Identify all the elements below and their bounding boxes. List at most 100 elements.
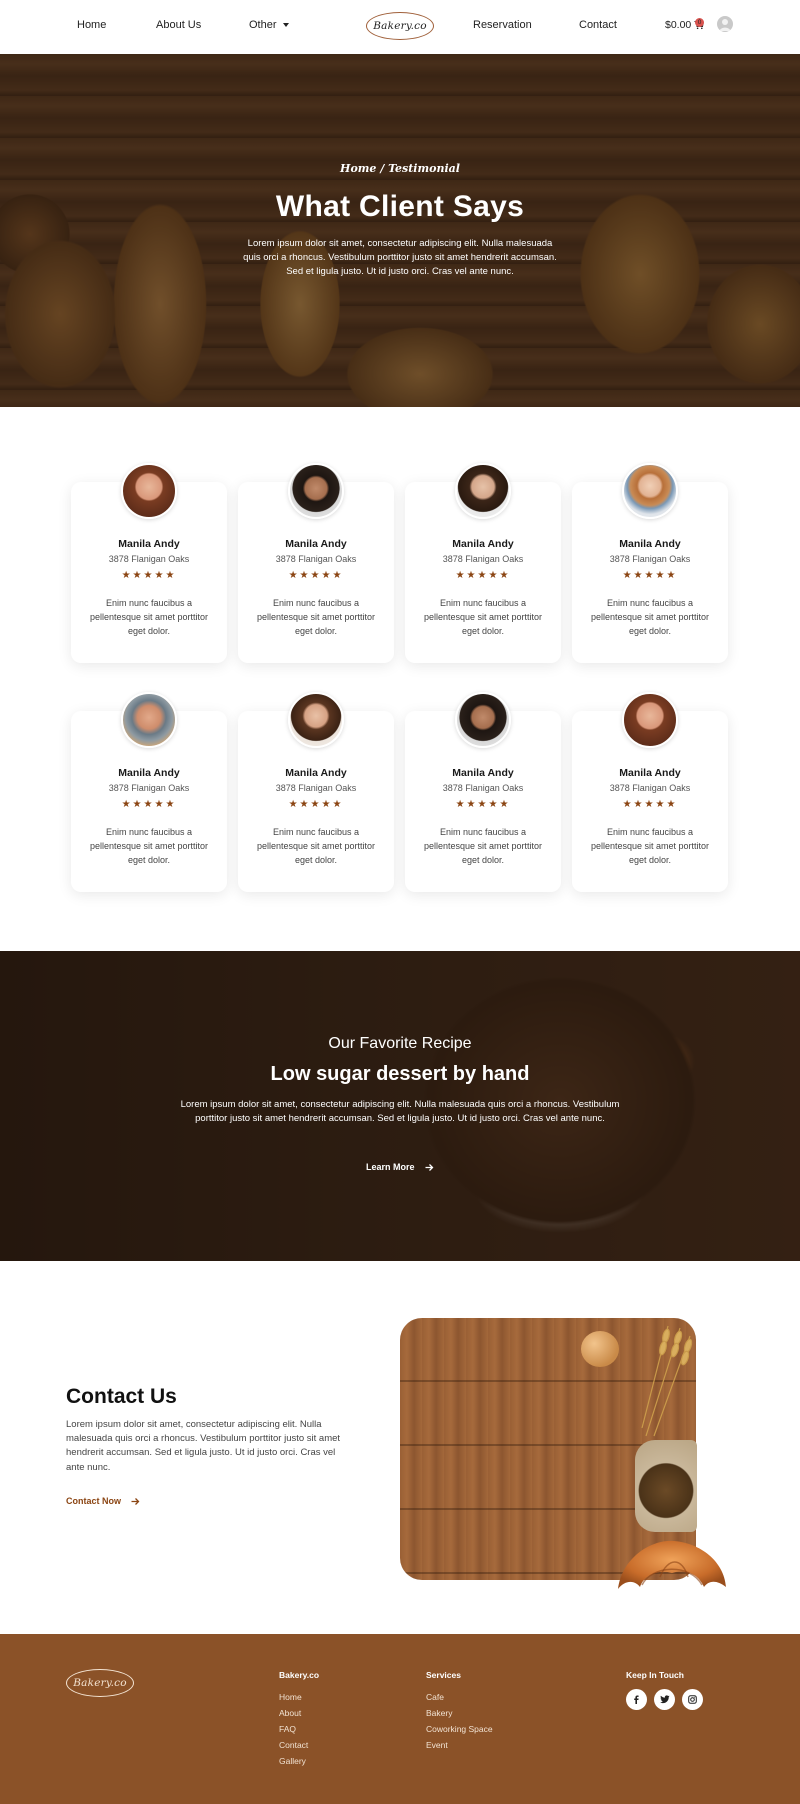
nav-home-link[interactable]: Home: [77, 19, 106, 31]
testimonial-card: Manila Andy 3878 Flanigan Oaks ★★★★★ Eni…: [572, 463, 728, 663]
footer-link-contact[interactable]: Contact: [279, 1737, 319, 1753]
grain-sack-image: [635, 1440, 697, 1532]
site-footer: Bakery.co Bakery.co Home About FAQ Conta…: [0, 1634, 800, 1804]
user-avatar[interactable]: [717, 16, 733, 32]
client-location: 3878 Flanigan Oaks: [609, 554, 691, 564]
testimonial-text: Enim nunc faucibus a pellentesque sit am…: [89, 827, 209, 865]
nav-about-link[interactable]: About Us: [156, 19, 201, 31]
croissant-image: [618, 1540, 726, 1589]
cart-count-badge: 0: [695, 18, 704, 27]
footer-link-bakery[interactable]: Bakery: [426, 1705, 493, 1721]
rating-stars: ★★★★★: [455, 799, 511, 810]
testimonial-card: Manila Andy 3878 Flanigan Oaks ★★★★★ Eni…: [405, 692, 561, 892]
testimonial-card: Manila Andy 3878 Flanigan Oaks ★★★★★ Eni…: [71, 692, 227, 892]
client-location: 3878 Flanigan Oaks: [275, 783, 357, 793]
footer-heading: Keep In Touch: [626, 1670, 684, 1680]
client-location: 3878 Flanigan Oaks: [609, 783, 691, 793]
page-title: What Client Says: [275, 190, 525, 223]
client-name: Manila Andy: [118, 767, 180, 779]
instagram-button[interactable]: [682, 1689, 703, 1710]
top-navigation: Home About Us Other Bakery.co Reservatio…: [0, 0, 800, 54]
footer-link-gallery[interactable]: Gallery: [279, 1753, 319, 1769]
recipe-banner: Our Favorite Recipe Low sugar dessert by…: [0, 951, 800, 1261]
client-avatar: [622, 692, 678, 748]
client-avatar: [288, 692, 344, 748]
testimonial-text: Enim nunc faucibus a pellentesque sit am…: [423, 827, 543, 865]
footer-link-event[interactable]: Event: [426, 1737, 493, 1753]
client-location: 3878 Flanigan Oaks: [108, 783, 190, 793]
twitter-icon: [659, 1695, 670, 1704]
hero-description: Lorem ipsum dolor sit amet, consectetur …: [243, 238, 557, 278]
twitter-button[interactable]: [654, 1689, 675, 1710]
site-logo[interactable]: Bakery.co: [366, 12, 434, 40]
rating-stars: ★★★★★: [121, 570, 177, 581]
wheat-image: [641, 1325, 693, 1437]
client-name: Manila Andy: [285, 538, 347, 550]
testimonial-card: Manila Andy 3878 Flanigan Oaks ★★★★★ Eni…: [238, 692, 394, 892]
footer-column-social: Keep In Touch: [626, 1670, 703, 1710]
client-name: Manila Andy: [452, 538, 514, 550]
testimonial-card: Manila Andy 3878 Flanigan Oaks ★★★★★ Eni…: [71, 463, 227, 663]
testimonial-text: Enim nunc faucibus a pellentesque sit am…: [89, 598, 209, 636]
client-location: 3878 Flanigan Oaks: [442, 783, 524, 793]
instagram-icon: [688, 1695, 697, 1704]
testimonial-card: Manila Andy 3878 Flanigan Oaks ★★★★★ Eni…: [572, 692, 728, 892]
footer-link-faq[interactable]: FAQ: [279, 1721, 319, 1737]
client-avatar: [622, 463, 678, 519]
client-avatar: [455, 692, 511, 748]
egg-image: [581, 1331, 619, 1367]
footer-link-cafe[interactable]: Cafe: [426, 1689, 493, 1705]
arrow-right-icon: [131, 1497, 140, 1505]
footer-logo-text: Bakery.co: [73, 1677, 127, 1689]
footer-link-coworking[interactable]: Coworking Space: [426, 1721, 493, 1737]
client-avatar: [121, 692, 177, 748]
facebook-button[interactable]: [626, 1689, 647, 1710]
chevron-down-icon: [282, 23, 289, 28]
client-avatar: [121, 463, 177, 519]
facebook-icon: [634, 1695, 639, 1704]
footer-link-home[interactable]: Home: [279, 1689, 319, 1705]
contact-now-label: Contact Now: [66, 1496, 121, 1506]
user-icon: [719, 19, 731, 31]
client-location: 3878 Flanigan Oaks: [275, 554, 357, 564]
footer-link-about[interactable]: About: [279, 1705, 319, 1721]
cart-total: $0.00: [665, 19, 692, 31]
client-name: Manila Andy: [452, 767, 514, 779]
arrow-right-icon: [425, 1163, 433, 1171]
client-name: Manila Andy: [118, 538, 180, 550]
rating-stars: ★★★★★: [455, 570, 511, 581]
testimonial-text: Enim nunc faucibus a pellentesque sit am…: [256, 827, 376, 865]
rating-stars: ★★★★★: [622, 799, 678, 810]
recipe-description: Lorem ipsum dolor sit amet, consectetur …: [180, 1099, 620, 1125]
learn-more-link[interactable]: Learn More: [366, 1162, 434, 1172]
footer-heading: Services: [426, 1670, 461, 1680]
client-avatar: [288, 463, 344, 519]
testimonial-text: Enim nunc faucibus a pellentesque sit am…: [590, 598, 710, 636]
nav-other-label: Other: [249, 19, 277, 31]
social-links: [626, 1689, 703, 1710]
nav-contact-link[interactable]: Contact: [579, 19, 617, 31]
client-name: Manila Andy: [619, 767, 681, 779]
rating-stars: ★★★★★: [622, 570, 678, 581]
testimonial-text: Enim nunc faucibus a pellentesque sit am…: [423, 598, 543, 636]
rating-stars: ★★★★★: [288, 570, 344, 581]
footer-column-bakery: Bakery.co Home About FAQ Contact Gallery: [279, 1670, 319, 1769]
rating-stars: ★★★★★: [288, 799, 344, 810]
client-name: Manila Andy: [619, 538, 681, 550]
client-avatar: [455, 463, 511, 519]
recipe-subtitle: Our Favorite Recipe: [328, 1035, 472, 1052]
contact-description: Lorem ipsum dolor sit amet, consectetur …: [66, 1419, 341, 1473]
contact-now-link[interactable]: Contact Now: [66, 1496, 140, 1506]
recipe-title: Low sugar dessert by hand: [270, 1063, 530, 1085]
client-location: 3878 Flanigan Oaks: [108, 554, 190, 564]
testimonial-card: Manila Andy 3878 Flanigan Oaks ★★★★★ Eni…: [238, 463, 394, 663]
breadcrumb: Home / Testimonial: [340, 162, 460, 175]
nav-reservation-link[interactable]: Reservation: [473, 19, 532, 31]
client-location: 3878 Flanigan Oaks: [442, 554, 524, 564]
client-name: Manila Andy: [285, 767, 347, 779]
rating-stars: ★★★★★: [121, 799, 177, 810]
testimonial-text: Enim nunc faucibus a pellentesque sit am…: [590, 827, 710, 865]
footer-logo[interactable]: Bakery.co: [66, 1669, 134, 1697]
footer-column-services: Services Cafe Bakery Coworking Space Eve…: [426, 1670, 493, 1753]
nav-other-dropdown[interactable]: Other: [249, 19, 289, 31]
